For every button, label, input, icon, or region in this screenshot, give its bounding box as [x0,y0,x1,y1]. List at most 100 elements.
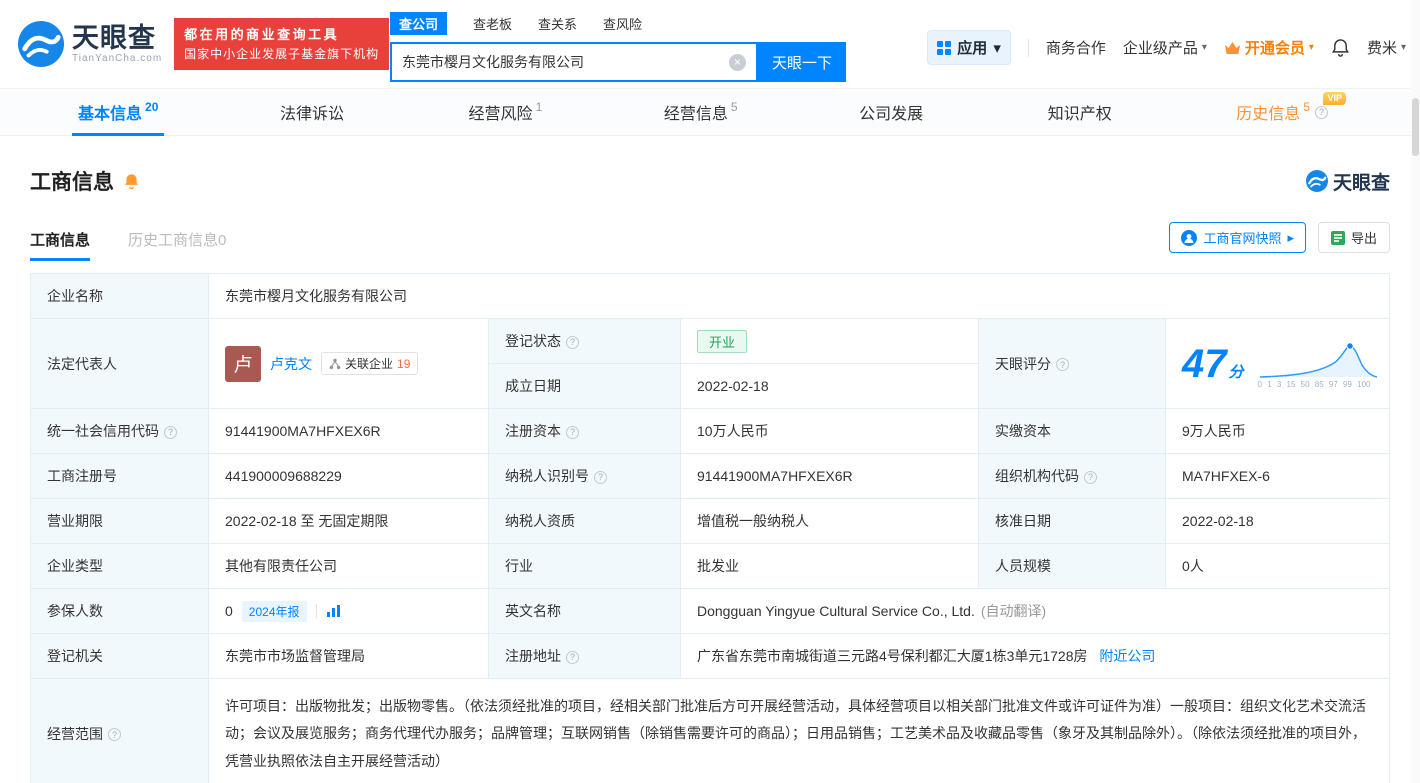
nav-enterprise-products[interactable]: 企业级产品 ▾ [1123,37,1207,58]
search-tabs: 查公司 查老板 查关系 查风险 [390,12,846,35]
slogan-banner: 都在用的商业查询工具 国家中小企业发展子基金旗下机构 [174,18,389,71]
english-name-label: 英文名称 [489,589,681,634]
staff-size-label: 人员规模 [979,544,1166,589]
reg-address-value: 广东省东莞市南城街道三元路4号保利都汇大厦1栋3单元1728房 附近公司 [681,634,1390,679]
help-icon[interactable]: ? [164,426,177,439]
company-type-label: 企业类型 [31,544,209,589]
score-label: 天眼评分? [979,319,1166,409]
insured-cell: 0 2024年报 [209,589,489,634]
related-companies-badge[interactable]: 关联企业 19 [321,352,418,375]
subtab-row: 工商信息 历史工商信息0 工商官网快照 ▸ 导出 [30,222,1390,261]
help-icon[interactable]: ? [594,471,607,484]
status-badge: 开业 [697,330,747,353]
insured-label: 参保人数 [31,589,209,634]
org-code-value: MA7HFXEX-6 [1166,454,1390,499]
subtab-history-business-info[interactable]: 历史工商信息0 [128,229,226,261]
reg-address-label: 注册地址? [489,634,681,679]
export-button[interactable]: 导出 [1318,222,1390,253]
help-icon[interactable]: ? [1315,106,1328,119]
divider [1028,39,1029,57]
trend-chart-icon[interactable] [326,604,341,618]
chevron-down-icon: ▾ [1202,42,1207,53]
search-box: × [390,42,758,82]
reg-number-label: 工商注册号 [31,454,209,499]
tab-company-development[interactable]: 公司发展 [845,89,940,135]
user-menu[interactable]: 费米 ▾ [1367,37,1406,58]
network-icon [329,358,341,370]
search-tab-boss[interactable]: 查老板 [473,14,512,33]
search-area: 查公司 查老板 查关系 查风险 × 天眼一下 [390,12,846,82]
reg-status-label: 登记状态? [489,319,681,364]
search-tab-risk[interactable]: 查风险 [603,14,642,33]
table-row: 企业类型 其他有限责任公司 行业 批发业 人员规模 0人 [31,544,1390,589]
tab-legal-proceedings[interactable]: 法律诉讼 [266,89,361,135]
help-icon[interactable]: ? [566,426,579,439]
taxpayer-quality-value: 增值税一般纳税人 [681,499,979,544]
legal-rep-link[interactable]: 卢克文 [270,354,312,374]
tab-operating-info[interactable]: 经营信息5 [650,89,752,135]
reg-status-value: 开业 [681,319,979,364]
score-cell: 47分 0 1 3 15 50 85 97 99 100 [1166,319,1390,409]
paid-capital-value: 9万人民币 [1166,409,1390,454]
taxpayer-id-label: 纳税人识别号? [489,454,681,499]
help-icon[interactable]: ? [1084,471,1097,484]
apps-menu-button[interactable]: 应用 ▾ [927,30,1011,65]
tab-history-info[interactable]: VIP 历史信息5 ? [1222,89,1342,135]
help-icon[interactable]: ? [1056,358,1069,371]
excel-export-icon [1331,231,1345,245]
official-snapshot-button[interactable]: 工商官网快照 ▸ [1169,222,1306,253]
subscribe-bell-icon[interactable] [123,172,140,190]
brand-domain: TianYanCha.com [72,54,162,65]
reg-number-value: 441900009688229 [209,454,489,499]
annual-report-badge[interactable]: 2024年报 [242,601,307,622]
credit-code-label: 统一社会信用代码? [31,409,209,454]
staff-size-value: 0人 [1166,544,1390,589]
score-distribution-chart: 0 1 3 15 50 85 97 99 100 [1258,339,1380,389]
clear-icon[interactable]: × [729,54,746,71]
industry-value: 批发业 [681,544,979,589]
scrollbar[interactable] [1411,0,1420,783]
avatar[interactable]: 卢 [225,346,261,382]
search-input[interactable] [402,54,729,70]
tianyancha-logo[interactable]: 天眼查 TianYanCha.com [18,21,162,67]
grid-icon [937,41,951,55]
english-name-value: Dongguan Yingyue Cultural Service Co., L… [681,589,1390,634]
help-icon[interactable]: ? [566,336,579,349]
nav-open-vip[interactable]: 开通会员 ▾ [1224,37,1314,58]
tab-intellectual-property[interactable]: 知识产权 [1034,89,1129,135]
scrollbar-thumb[interactable] [1412,98,1419,156]
help-icon[interactable]: ? [566,651,579,664]
chevron-down-icon: ▾ [1401,42,1406,53]
nav-business-cooperation[interactable]: 商务合作 [1046,37,1106,58]
taxpayer-id-value: 91441900MA7HFXEX6R [681,454,979,499]
table-row: 企业名称 东莞市樱月文化服务有限公司 [31,274,1390,319]
search-button[interactable]: 天眼一下 [758,42,846,82]
credit-code-value: 91441900MA7HFXEX6R [209,409,489,454]
industry-label: 行业 [489,544,681,589]
table-row: 参保人数 0 2024年报 英文名称 Donggu [31,589,1390,634]
search-tab-relation[interactable]: 查关系 [538,14,577,33]
main-content: 工商信息 天眼查 工商信息 历史工商信息0 [0,166,1420,783]
header-nav: 应用 ▾ 商务合作 企业级产品 ▾ 开通会员 ▾ 费米 ▾ [927,30,1406,65]
nearby-companies-link[interactable]: 附近公司 [1099,648,1155,664]
table-row: 法定代表人 卢 卢克文 关联企业 19 [31,319,1390,364]
page-title: 工商信息 [30,166,114,196]
tab-basic-info[interactable]: 基本信息20 [64,89,172,135]
tab-operating-risk[interactable]: 经营风险1 [455,89,557,135]
taxpayer-quality-label: 纳税人资质 [489,499,681,544]
search-tab-company[interactable]: 查公司 [390,12,447,35]
score-value: 47分 [1182,344,1244,384]
business-info-table: 企业名称 东莞市樱月文化服务有限公司 法定代表人 卢 卢克文 关联企 [30,273,1390,783]
table-row: 营业期限 2022-02-18 至 无固定期限 纳税人资质 增值税一般纳税人 核… [31,499,1390,544]
subtab-business-info[interactable]: 工商信息 [30,229,90,261]
business-scope-value: 许可项目：出版物批发；出版物零售。（依法须经批准的项目，经相关部门批准后方可开展… [209,679,1390,783]
business-term-value: 2022-02-18 至 无固定期限 [209,499,489,544]
help-icon[interactable]: ? [108,728,121,741]
wave-logo-icon [18,21,64,67]
chevron-down-icon: ▾ [993,39,1001,57]
notification-bell-icon[interactable] [1331,38,1350,57]
table-row: 工商注册号 441900009688229 纳税人识别号? 91441900MA… [31,454,1390,499]
reg-authority-value: 东莞市市场监督管理局 [209,634,489,679]
reg-capital-value: 10万人民币 [681,409,979,454]
establish-date-value: 2022-02-18 [681,364,979,409]
